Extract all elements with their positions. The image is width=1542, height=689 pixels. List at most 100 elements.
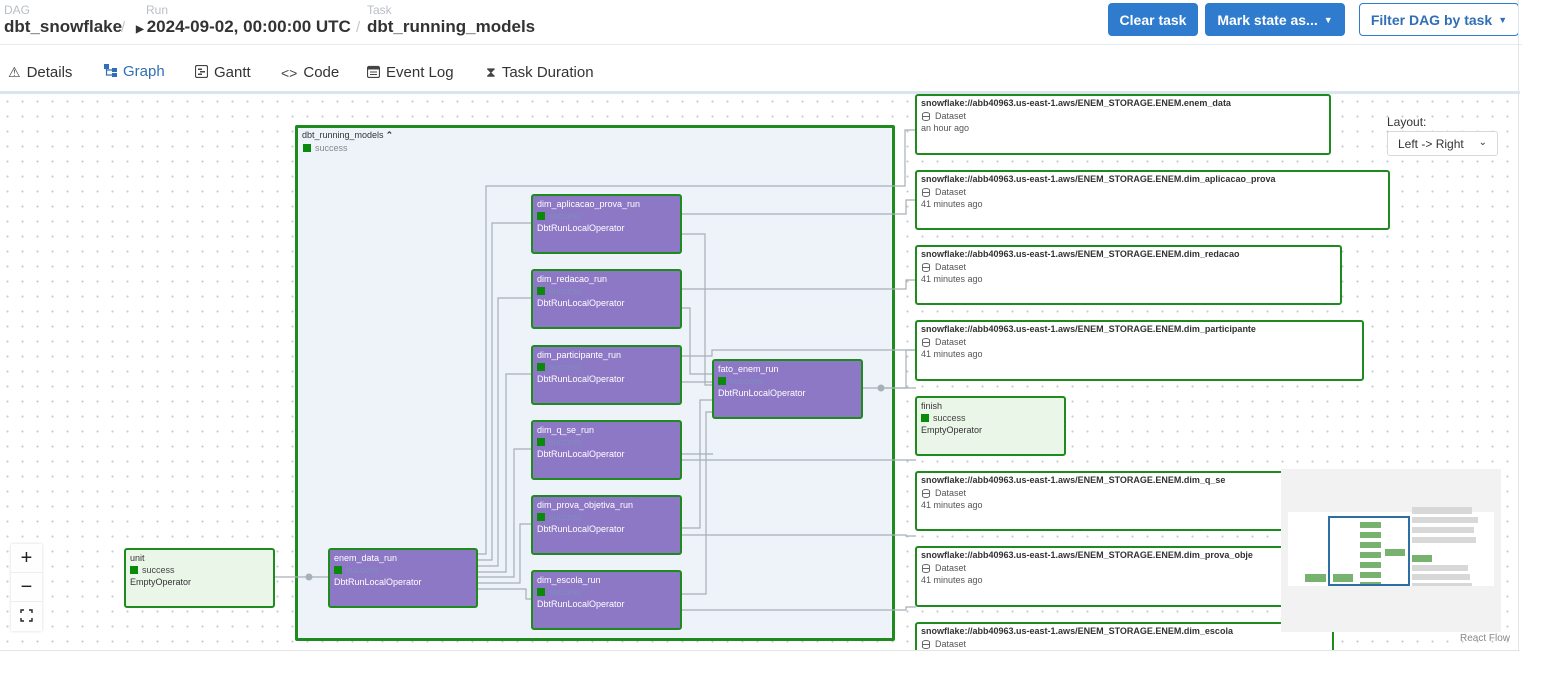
dataset-node-dim-q-se[interactable]: snowflake://abb40963.us-east-1.aws/ENEM_… (915, 471, 1305, 531)
dataset-kind-text: Dataset (935, 187, 967, 197)
fit-view-icon (20, 608, 33, 625)
dataset-uri: snowflake://abb40963.us-east-1.aws/ENEM_… (921, 626, 1233, 636)
task-name: dim_prova_objetiva_run (537, 500, 634, 510)
task-name: dim_escola_run (537, 575, 601, 585)
minimap[interactable] (1281, 469, 1501, 632)
minimap-node (1412, 565, 1468, 571)
task-status: success (537, 361, 676, 373)
zoom-out-button[interactable]: − (11, 573, 42, 602)
task-name: dim_q_se_run (537, 425, 595, 435)
status-square-icon (537, 438, 545, 446)
dataset-uri: snowflake://abb40963.us-east-1.aws/ENEM_… (921, 550, 1253, 560)
task-name: dim_participante_run (537, 350, 622, 360)
breadcrumb-task-value[interactable]: dbt_running_models (367, 17, 535, 37)
minimap-node (1412, 537, 1476, 543)
layout-select-value: Left -> Right (1398, 136, 1464, 151)
breadcrumb-dag[interactable]: DAG dbt_snowflake (4, 4, 122, 37)
calendar-icon (366, 65, 381, 81)
tab-label: Details (26, 64, 73, 81)
dataset-node-enem-data[interactable]: snowflake://abb40963.us-east-1.aws/ENEM_… (915, 94, 1331, 155)
minimap-node (1412, 555, 1432, 562)
task-name: unit (130, 553, 145, 563)
task-status-text: success (549, 512, 582, 522)
dataset-node-dim-prova-objetiva[interactable]: snowflake://abb40963.us-east-1.aws/ENEM_… (915, 546, 1315, 607)
layout-select[interactable]: Left -> Right ⌄ (1387, 131, 1498, 156)
tab-task-duration[interactable]: ⧗ Task Duration (486, 52, 594, 93)
task-node-dim-aplicacao-prova-run[interactable]: dim_aplicacao_prova_run success DbtRunLo… (531, 194, 682, 254)
task-node-finish[interactable]: finish success EmptyOperator (915, 396, 1066, 456)
database-icon (922, 262, 930, 272)
task-status: success (921, 412, 1060, 424)
canvas-bottom-border (0, 650, 1520, 651)
task-status-text: success (933, 413, 966, 423)
caret-right-icon: ▶ (136, 24, 144, 35)
dataset-kind-text: Dataset (935, 639, 967, 649)
task-node-dim-escola-run[interactable]: dim_escola_run success DbtRunLocalOperat… (531, 570, 682, 630)
clear-task-label: Clear task (1119, 11, 1187, 28)
status-square-icon (921, 414, 929, 422)
dataset-updated: 41 minutes ago (921, 199, 983, 209)
dataset-updated: an hour ago (921, 123, 970, 133)
task-name: fato_enem_run (718, 364, 779, 374)
breadcrumb-dag-value[interactable]: dbt_snowflake (4, 17, 122, 37)
dataset-kind: Dataset (921, 562, 1309, 574)
breadcrumb-run[interactable]: Run ▶ 2024-09-02, 00:00:00 UTC (136, 4, 351, 40)
task-node-dim-q-se-run[interactable]: dim_q_se_run success DbtRunLocalOperator (531, 420, 682, 480)
dataset-kind: Dataset (921, 186, 1384, 198)
tab-label: Code (303, 64, 340, 81)
fit-view-button[interactable] (11, 602, 42, 631)
task-status-text: success (346, 565, 379, 575)
dataset-node-dim-aplicacao-prova[interactable]: snowflake://abb40963.us-east-1.aws/ENEM_… (915, 170, 1390, 230)
minimap-viewport[interactable] (1328, 516, 1410, 586)
dataset-kind-text: Dataset (935, 111, 967, 121)
dataset-node-dim-escola[interactable]: snowflake://abb40963.us-east-1.aws/ENEM_… (915, 622, 1334, 650)
status-square-icon (537, 212, 545, 220)
zoom-controls: + − (11, 544, 42, 631)
tab-gantt[interactable]: Gantt (194, 52, 251, 93)
task-status-text: success (549, 587, 582, 597)
database-icon (922, 187, 930, 197)
status-square-icon (334, 566, 342, 574)
caret-down-icon: ▼ (1323, 14, 1333, 25)
graph-canvas[interactable]: dbt_running_models ⌃ success unit succes… (0, 94, 1520, 650)
task-operator: DbtRunLocalOperator (718, 388, 806, 398)
tab-graph[interactable]: Graph (90, 52, 181, 93)
mark-state-button[interactable]: Mark state as... ▼ (1205, 3, 1345, 36)
tab-label: Gantt (214, 64, 251, 81)
status-square-icon (537, 513, 545, 521)
task-status: success (334, 564, 472, 576)
dataset-uri: snowflake://abb40963.us-east-1.aws/ENEM_… (921, 324, 1256, 334)
task-node-enem-data-run[interactable]: enem_data_run success DbtRunLocalOperato… (328, 548, 478, 608)
clear-task-button[interactable]: Clear task (1108, 3, 1198, 36)
task-node-dim-prova-objetiva-run[interactable]: dim_prova_objetiva_run success DbtRunLoc… (531, 495, 682, 555)
dataset-node-dim-participante[interactable]: snowflake://abb40963.us-east-1.aws/ENEM_… (915, 320, 1364, 381)
zoom-in-button[interactable]: + (11, 544, 42, 573)
dataset-node-dim-redacao[interactable]: snowflake://abb40963.us-east-1.aws/ENEM_… (915, 245, 1342, 305)
react-flow-attribution[interactable]: React Flow (1460, 633, 1510, 644)
breadcrumb-separator: / (121, 19, 126, 36)
canvas-right-border (1518, 0, 1519, 650)
warning-triangle-icon: ⚠ (8, 64, 21, 80)
task-operator: DbtRunLocalOperator (537, 599, 625, 609)
task-node-dim-participante-run[interactable]: dim_participante_run success DbtRunLocal… (531, 345, 682, 405)
tab-code[interactable]: <> Code (281, 52, 339, 93)
code-icon: <> (281, 64, 298, 81)
database-icon (922, 639, 930, 649)
task-node-fato-enem-run[interactable]: fato_enem_run success DbtRunLocalOperato… (712, 359, 863, 419)
dataset-kind-text: Dataset (935, 337, 967, 347)
header-divider (0, 44, 1522, 45)
tab-label: Event Log (386, 64, 454, 81)
task-node-unit[interactable]: unit success EmptyOperator (124, 548, 275, 608)
minimap-node (1412, 507, 1472, 514)
tab-event-log[interactable]: Event Log (366, 52, 454, 93)
database-icon (922, 337, 930, 347)
status-square-icon (537, 287, 545, 295)
task-operator: DbtRunLocalOperator (537, 374, 625, 384)
breadcrumb-run-value-wrap[interactable]: ▶ 2024-09-02, 00:00:00 UTC (136, 17, 351, 40)
tab-label: Graph (123, 63, 165, 80)
tab-details[interactable]: ⚠ Details (8, 52, 72, 93)
breadcrumb-task[interactable]: Task dbt_running_models (367, 4, 535, 37)
task-node-dim-redacao-run[interactable]: dim_redacao_run success DbtRunLocalOpera… (531, 269, 682, 329)
dataset-uri: snowflake://abb40963.us-east-1.aws/ENEM_… (921, 98, 1231, 108)
filter-dag-button[interactable]: Filter DAG by task ▼ (1359, 3, 1519, 36)
